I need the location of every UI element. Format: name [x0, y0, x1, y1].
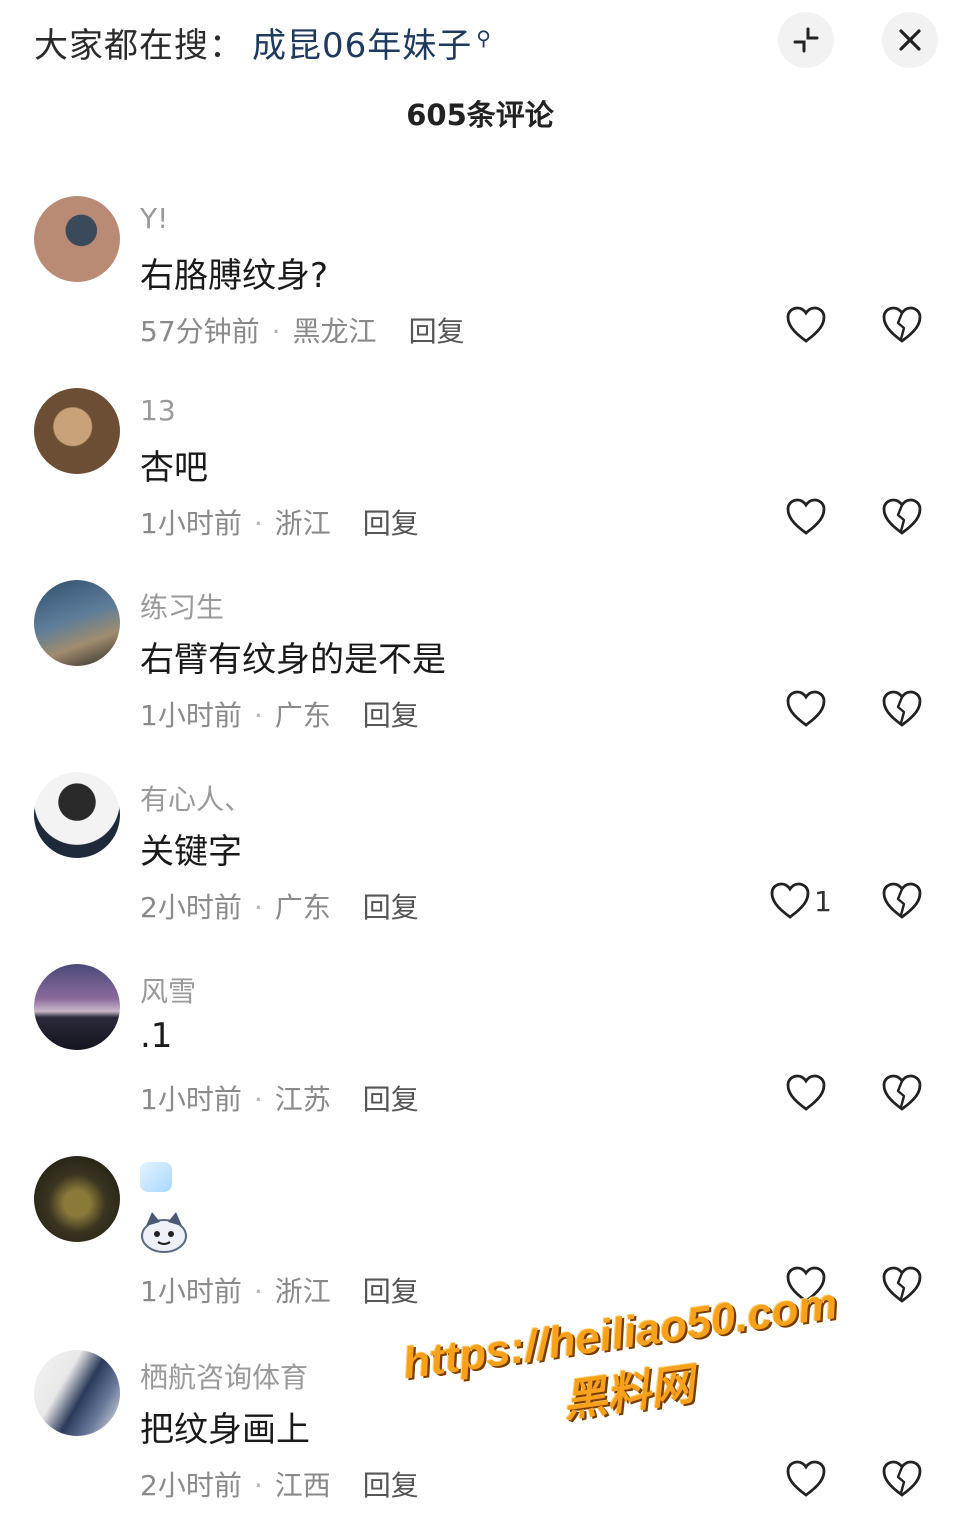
avatar[interactable]	[34, 1350, 120, 1436]
comment-region: 江西	[274, 1469, 331, 1502]
dislike-button[interactable]	[882, 1266, 922, 1308]
broken-heart-icon	[882, 1460, 922, 1497]
close-button[interactable]	[882, 12, 938, 68]
dislike-button[interactable]	[882, 690, 922, 732]
comment-time: 1小时前	[140, 507, 242, 540]
reply-button[interactable]: 回复	[363, 507, 419, 540]
comment-item: Y! 右胳膊纹身? 57分钟前 · 黑龙江 回复	[0, 196, 960, 386]
avatar[interactable]	[34, 1156, 120, 1242]
comment-meta: 1小时前 · 江苏 回复	[140, 1083, 419, 1116]
comment-meta: 1小时前 · 广东 回复	[140, 699, 419, 732]
comment-username[interactable]: 13	[140, 394, 176, 427]
like-button[interactable]	[786, 498, 826, 536]
heart-icon	[770, 882, 810, 919]
comment-time: 2小时前	[140, 1469, 242, 1502]
comment-text: 右臂有纹身的是不是	[140, 640, 446, 680]
trending-search-link[interactable]: 成昆06年妹子 ⚲	[252, 18, 492, 67]
trending-search-text[interactable]: 成昆06年妹子	[252, 26, 472, 66]
comment-meta: 57分钟前 · 黑龙江 回复	[140, 315, 465, 348]
comment-text: 把纹身画上	[140, 1410, 310, 1450]
comment-item: 风雪 .1 1小时前 · 江苏 回复	[0, 964, 960, 1154]
comment-username[interactable]: 有心人、	[140, 778, 252, 818]
comment-username[interactable]: 练习生	[140, 586, 224, 626]
heart-icon	[786, 498, 826, 535]
comment-meta: 2小时前 · 江西 回复	[140, 1469, 419, 1502]
comment-text: .1	[140, 1016, 173, 1056]
comment-meta: 1小时前 · 浙江 回复	[140, 1275, 419, 1308]
comment-text: 右胳膊纹身?	[140, 256, 329, 296]
avatar[interactable]	[34, 196, 120, 282]
broken-heart-icon	[882, 306, 922, 343]
comment-text: 杏吧	[140, 448, 208, 488]
broken-heart-icon	[882, 1266, 922, 1303]
like-button[interactable]	[786, 690, 826, 728]
like-button[interactable]	[786, 306, 826, 344]
comment-time: 1小时前	[140, 1083, 242, 1116]
reply-button[interactable]: 回复	[363, 699, 419, 732]
reply-button[interactable]: 回复	[363, 1275, 419, 1308]
username-emoji-icon[interactable]	[140, 1162, 172, 1192]
like-button[interactable]	[786, 1460, 826, 1498]
collapse-button[interactable]	[778, 12, 834, 68]
heart-icon	[786, 306, 826, 343]
dislike-button[interactable]	[882, 498, 922, 540]
comment-region: 浙江	[274, 507, 331, 540]
broken-heart-icon	[882, 498, 922, 535]
top-bar: 大家都在搜： 成昆06年妹子 ⚲	[0, 0, 960, 90]
reply-button[interactable]: 回复	[363, 891, 419, 924]
like-count: 1	[814, 884, 832, 918]
comment-time: 1小时前	[140, 699, 242, 732]
dislike-button[interactable]	[882, 882, 922, 924]
reply-button[interactable]: 回复	[409, 315, 465, 348]
dislike-button[interactable]	[882, 306, 922, 348]
comment-username[interactable]: 风雪	[140, 970, 196, 1010]
avatar[interactable]	[34, 964, 120, 1050]
close-icon	[899, 29, 921, 51]
like-button[interactable]: 1	[770, 882, 832, 920]
comment-region: 黑龙江	[292, 315, 377, 348]
search-icon: ⚲	[476, 25, 492, 50]
sticker-icon	[141, 1212, 187, 1253]
comment-text: 关键字	[140, 832, 242, 872]
comment-region: 江苏	[274, 1083, 331, 1116]
comment-username[interactable]: 栖航咨询体育	[140, 1356, 308, 1396]
comment-count-title: 605条评论	[406, 98, 554, 132]
heart-icon	[786, 1074, 826, 1111]
reply-button[interactable]: 回复	[363, 1469, 419, 1502]
avatar[interactable]	[34, 772, 120, 858]
comment-item: 练习生 右臂有纹身的是不是 1小时前 · 广东 回复	[0, 580, 960, 770]
dislike-button[interactable]	[882, 1460, 922, 1502]
comment-region: 浙江	[274, 1275, 331, 1308]
comment-item: 有心人、 关键字 2小时前 · 广东 回复 1	[0, 772, 960, 962]
reply-button[interactable]: 回复	[363, 1083, 419, 1116]
broken-heart-icon	[882, 690, 922, 727]
broken-heart-icon	[882, 882, 922, 919]
avatar[interactable]	[34, 580, 120, 666]
comment-time: 2小时前	[140, 891, 242, 924]
comment-meta: 1小时前 · 浙江 回复	[140, 507, 419, 540]
comment-region: 广东	[274, 891, 331, 924]
dislike-button[interactable]	[882, 1074, 922, 1116]
collapse-icon	[793, 27, 819, 53]
comment-username[interactable]: Y!	[140, 202, 168, 235]
heart-icon	[786, 690, 826, 727]
heart-icon	[786, 1460, 826, 1497]
comment-time: 57分钟前	[140, 315, 260, 348]
like-button[interactable]	[786, 1074, 826, 1112]
comment-time: 1小时前	[140, 1275, 242, 1308]
trending-search-label: 大家都在搜：	[34, 26, 244, 66]
comment-item: 13 杏吧 1小时前 · 浙江 回复	[0, 388, 960, 578]
broken-heart-icon	[882, 1074, 922, 1111]
avatar[interactable]	[34, 388, 120, 474]
comment-region: 广东	[274, 699, 331, 732]
comment-meta: 2小时前 · 广东 回复	[140, 891, 419, 924]
